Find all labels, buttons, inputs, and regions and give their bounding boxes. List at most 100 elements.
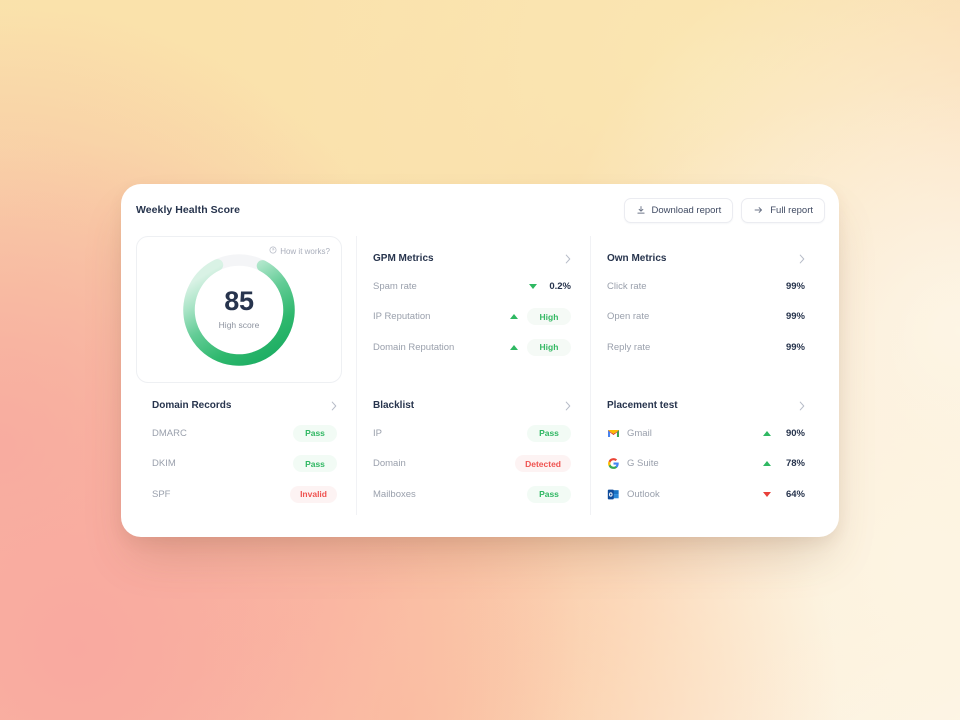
chevron-right-icon[interactable] <box>565 401 571 411</box>
table-row: DMARC Pass <box>152 418 356 449</box>
metric-label: Spam rate <box>373 280 417 292</box>
status-badge: Pass <box>527 485 571 503</box>
metric-right: High <box>510 338 571 356</box>
trend-up-icon <box>510 314 518 320</box>
table-row: G Suite 78% <box>607 449 824 480</box>
trend-up-icon <box>763 430 771 436</box>
metric-right: 90% <box>763 428 805 439</box>
status-badge: Pass <box>293 455 337 473</box>
chevron-right-icon[interactable] <box>799 254 805 264</box>
chevron-right-icon[interactable] <box>331 401 337 411</box>
metric-right: 64% <box>763 489 805 500</box>
score-gauge-wrapper: 85 High score <box>137 237 341 382</box>
table-row: IP Pass <box>373 418 590 449</box>
metric-right: High <box>510 308 571 326</box>
page-title: Weekly Health Score <box>136 204 241 216</box>
table-row: Spam rate 0.2% <box>373 271 590 302</box>
table-row: Click rate 99% <box>607 271 824 302</box>
metric-label: Mailboxes <box>373 488 416 500</box>
metric-label: DKIM <box>152 458 176 470</box>
blacklist-header[interactable]: Blacklist <box>373 400 590 411</box>
download-report-button[interactable]: Download report <box>623 197 734 223</box>
metric-right: 78% <box>763 458 805 469</box>
full-report-label: Full report <box>770 204 813 216</box>
metric-value: 64% <box>785 488 805 500</box>
gpm-metrics-panel: GPM Metrics Spam rate 0.2% IP Reputation… <box>356 236 590 383</box>
gpm-metrics-title: GPM Metrics <box>373 253 434 264</box>
metric-label: IP <box>373 427 382 439</box>
trend-down-icon <box>763 491 771 497</box>
score-gauge: 85 High score <box>180 251 298 369</box>
table-row: Gmail 90% <box>607 418 824 449</box>
metric-label: Click rate <box>607 280 647 292</box>
metric-label: Domain Reputation <box>373 341 455 353</box>
status-badge: High <box>527 308 571 326</box>
domain-records-title: Domain Records <box>152 400 232 411</box>
metric-label: Domain <box>373 458 406 470</box>
table-row: SPF Invalid <box>152 479 356 510</box>
status-badge: High <box>527 338 571 356</box>
metric-label: Reply rate <box>607 341 651 353</box>
table-row: DKIM Pass <box>152 449 356 480</box>
placement-test-panel: Placement test Gmail 90% G Suite 78% Out… <box>590 383 824 515</box>
metric-label: Gmail <box>607 427 652 440</box>
weekly-health-score-card: Weekly Health Score Download report Full… <box>121 184 839 537</box>
domain-records-panel: Domain Records DMARC Pass DKIM Pass SPF … <box>136 383 356 515</box>
status-badge: Invalid <box>290 485 337 503</box>
table-row: Domain Reputation High <box>373 332 590 363</box>
domain-records-header[interactable]: Domain Records <box>152 400 356 411</box>
metric-label: G Suite <box>607 457 659 470</box>
gpm-metrics-header[interactable]: GPM Metrics <box>373 253 590 264</box>
download-icon <box>636 205 646 215</box>
table-row: Open rate 99% <box>607 302 824 333</box>
status-badge: Detected <box>515 455 571 473</box>
metric-label: DMARC <box>152 427 187 439</box>
metric-label: Outlook <box>607 488 660 501</box>
own-metrics-title: Own Metrics <box>607 253 667 264</box>
download-report-label: Download report <box>651 204 722 216</box>
blacklist-title: Blacklist <box>373 400 415 411</box>
placement-label-text: Gmail <box>627 427 652 439</box>
metric-value: 99% <box>785 341 805 353</box>
chevron-right-icon[interactable] <box>799 401 805 411</box>
blacklist-panel: Blacklist IP Pass Domain Detected Mailbo… <box>356 383 590 515</box>
table-row: Reply rate 99% <box>607 332 824 363</box>
gmail-icon <box>607 427 620 440</box>
health-score-panel: How it works? 85 High score <box>136 236 342 383</box>
score-subtitle: High score <box>218 319 260 330</box>
trend-down-icon <box>529 283 537 289</box>
status-badge: Pass <box>527 424 571 442</box>
table-row: IP Reputation High <box>373 302 590 333</box>
table-row: Domain Detected <box>373 449 590 480</box>
trend-up-icon <box>510 344 518 350</box>
placement-test-header[interactable]: Placement test <box>607 400 824 411</box>
own-metrics-header[interactable]: Own Metrics <box>607 253 824 264</box>
metric-label: IP Reputation <box>373 311 431 323</box>
gauge-center-content: 85 High score <box>180 251 298 369</box>
header-actions: Download report Full report <box>623 197 825 223</box>
placement-label-text: G Suite <box>627 458 659 470</box>
chevron-right-icon[interactable] <box>565 254 571 264</box>
metric-value: 99% <box>785 311 805 323</box>
score-value: 85 <box>224 285 254 316</box>
metric-value: 78% <box>785 458 805 470</box>
full-report-button[interactable]: Full report <box>741 197 825 223</box>
metric-label: SPF <box>152 488 171 500</box>
status-badge: Pass <box>293 424 337 442</box>
placement-test-title: Placement test <box>607 400 678 411</box>
trend-up-icon <box>763 461 771 467</box>
metric-value: 99% <box>785 280 805 292</box>
arrow-right-icon <box>753 205 764 215</box>
google-icon <box>607 457 620 470</box>
card-header: Weekly Health Score Download report Full… <box>121 184 839 236</box>
table-row: Mailboxes Pass <box>373 479 590 510</box>
metric-right: 0.2% <box>529 281 571 292</box>
placement-label-text: Outlook <box>627 488 660 500</box>
table-row: Outlook 64% <box>607 479 824 510</box>
metric-value: 90% <box>785 427 805 439</box>
panels-grid: How it works? 85 High score GPM Metrics … <box>136 236 824 515</box>
metric-value: 0.2% <box>549 280 571 292</box>
own-metrics-panel: Own Metrics Click rate 99% Open rate 99%… <box>590 236 824 383</box>
outlook-icon <box>607 488 620 501</box>
metric-label: Open rate <box>607 311 650 323</box>
